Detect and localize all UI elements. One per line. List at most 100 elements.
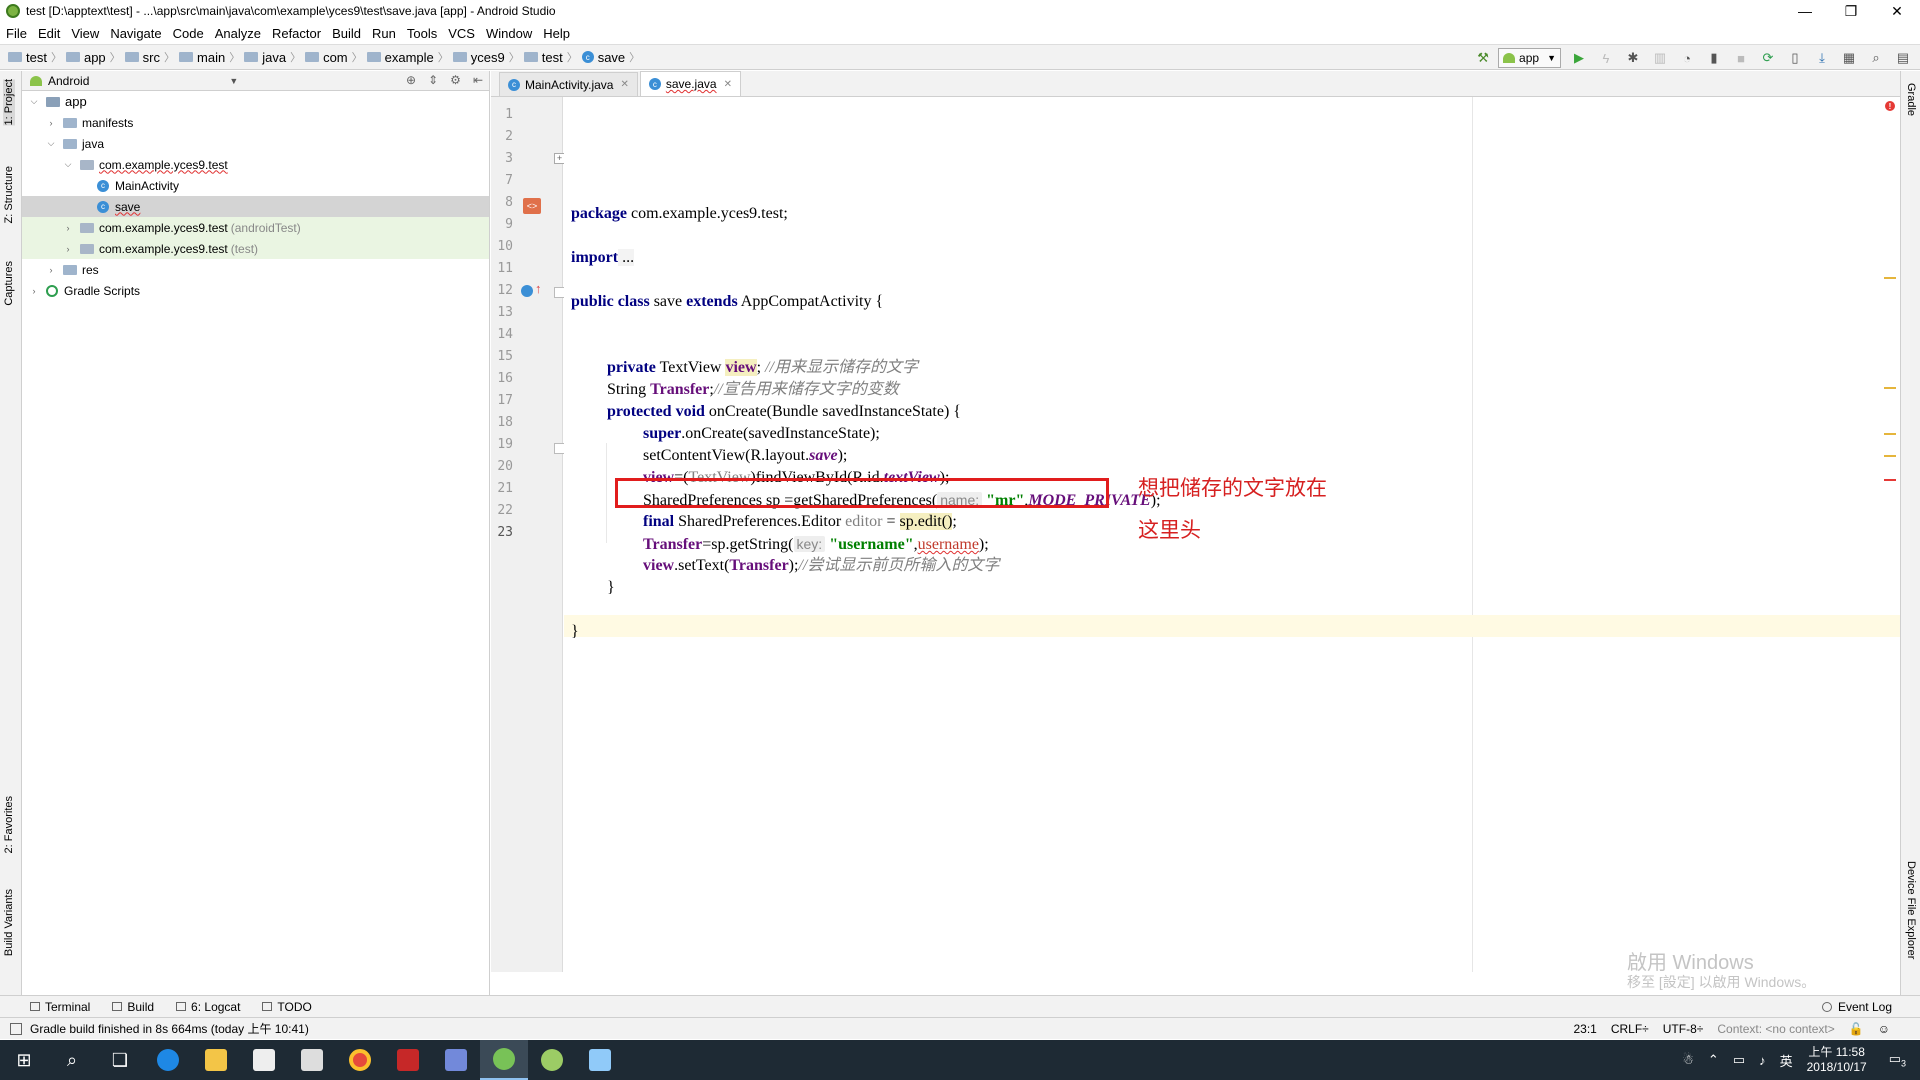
chevron-down-icon[interactable]: ⌵	[45, 138, 57, 149]
chevron-down-icon[interactable]: ⌵	[28, 96, 40, 107]
tree-item-com-example-yces9-test[interactable]: ⌵ com.example.yces9.test	[22, 154, 489, 175]
coverage-icon[interactable]: ▥	[1651, 49, 1669, 67]
warning-marker[interactable]	[1884, 433, 1896, 435]
logcat-tool-tab[interactable]: 6: Logcat	[176, 1000, 240, 1014]
tree-item-gradle-scripts[interactable]: › Gradle Scripts	[22, 280, 489, 301]
chevron-right-icon[interactable]: ›	[62, 244, 74, 254]
toggle-tool-windows-icon[interactable]	[10, 1022, 22, 1035]
android-monitor-icon[interactable]: ▤	[1894, 49, 1912, 67]
file-encoding[interactable]: UTF-8÷	[1663, 1022, 1704, 1036]
menu-window[interactable]: Window	[486, 26, 532, 41]
collapse-all-icon[interactable]: ⇕	[428, 73, 438, 87]
game-app-icon[interactable]	[384, 1040, 432, 1080]
menu-tools[interactable]: Tools	[407, 26, 437, 41]
warning-marker[interactable]	[1884, 455, 1896, 457]
tab-save-java[interactable]: c save.java ✕	[639, 71, 741, 96]
android-emulator-icon[interactable]	[528, 1040, 576, 1080]
favorites-tool-tab[interactable]: 2: Favorites	[3, 796, 15, 853]
tree-item-com-example-yces9-test[interactable]: › com.example.yces9.test (test)	[22, 238, 489, 259]
make-project-hammer-icon[interactable]: ⚒	[1474, 49, 1492, 67]
scroll-from-source-icon[interactable]: ⊕	[406, 73, 416, 87]
error-stripe[interactable]: !	[1880, 97, 1900, 972]
tree-item-com-example-yces9-test[interactable]: › com.example.yces9.test (androidTest)	[22, 217, 489, 238]
chevron-down-icon[interactable]: ▼	[229, 76, 238, 86]
taskbar-clock[interactable]: 上午 11:58 2018/10/17	[1807, 1045, 1867, 1075]
gradle-tool-tab[interactable]: Gradle	[1905, 83, 1917, 116]
project-structure-icon[interactable]: ▦	[1840, 49, 1858, 67]
windows-start-icon[interactable]: ⊞	[0, 1040, 48, 1080]
status-message[interactable]: Gradle build finished in 8s 664ms (today…	[30, 1020, 309, 1037]
menu-vcs[interactable]: VCS	[448, 26, 475, 41]
stop-icon[interactable]: ■	[1732, 49, 1750, 67]
event-log-tool-tab[interactable]: Event Log	[1821, 1000, 1892, 1014]
mail-icon[interactable]	[288, 1040, 336, 1080]
android-studio-taskbar-icon[interactable]	[480, 1040, 528, 1080]
breadcrumb-yces9[interactable]: yces9 〉	[452, 49, 520, 65]
task-view-icon[interactable]: ❏	[96, 1040, 144, 1080]
build-variants-tool-tab[interactable]: Build Variants	[3, 889, 15, 956]
menu-help[interactable]: Help	[543, 26, 570, 41]
breadcrumb-example[interactable]: example 〉	[366, 49, 449, 65]
sdk-manager-icon[interactable]: ⤓	[1813, 49, 1831, 67]
override-method-icon[interactable]	[521, 285, 533, 297]
tab-mainactivity-java[interactable]: c MainActivity.java ✕	[499, 72, 638, 96]
close-icon[interactable]: ✕	[724, 79, 732, 90]
run-configuration-dropdown[interactable]: app ▼	[1498, 48, 1561, 68]
warning-marker[interactable]	[1884, 277, 1896, 279]
tree-item-java[interactable]: ⌵ java	[22, 133, 489, 154]
breadcrumb-test-project[interactable]: test 〉	[8, 49, 62, 65]
device-file-explorer-tool-tab[interactable]: Device File Explorer	[1905, 861, 1917, 959]
sync-gradle-icon[interactable]: ⟳	[1759, 49, 1777, 67]
lock-icon[interactable]: 🔓	[1849, 1022, 1864, 1036]
discord-icon[interactable]	[432, 1040, 480, 1080]
breadcrumb-com[interactable]: com 〉	[305, 49, 363, 65]
breadcrumb-save[interactable]: c save 〉	[581, 49, 640, 65]
breadcrumb-java[interactable]: java 〉	[244, 49, 301, 65]
menu-file[interactable]: File	[6, 26, 27, 41]
todo-tool-tab[interactable]: TODO	[262, 1000, 312, 1014]
chevron-down-icon[interactable]: ⌵	[62, 159, 74, 170]
avd-manager-icon[interactable]: ▯	[1786, 49, 1804, 67]
terminal-tool-tab[interactable]: Terminal	[30, 1000, 90, 1014]
people-icon[interactable]: ☃	[1682, 1052, 1694, 1068]
editor-gutter[interactable]: 1 2 3 7 8 9 10 11 12 13 14 15 16 17 18 1…	[491, 97, 565, 972]
close-icon[interactable]: ✕	[620, 79, 628, 90]
show-hidden-icons-icon[interactable]: ⌃	[1708, 1052, 1719, 1068]
menu-refactor[interactable]: Refactor	[272, 26, 321, 41]
notepad-icon[interactable]	[576, 1040, 624, 1080]
attach-debugger-icon[interactable]: ▮	[1705, 49, 1723, 67]
search-icon[interactable]: ⌕	[1867, 49, 1885, 67]
notification-center-icon[interactable]: ▭3	[1889, 1051, 1906, 1069]
edge-browser-icon[interactable]	[144, 1040, 192, 1080]
tree-item-app[interactable]: ⌵ app	[22, 91, 489, 112]
breadcrumb-test-package[interactable]: test 〉	[523, 49, 578, 65]
ime-indicator[interactable]: 英	[1780, 1051, 1793, 1070]
tree-item-mainactivity[interactable]: c MainActivity	[22, 175, 489, 196]
minimize-button[interactable]: —	[1782, 0, 1828, 22]
hector-icon[interactable]: ☺	[1878, 1022, 1890, 1036]
chevron-right-icon[interactable]: ›	[45, 118, 57, 128]
code-editor[interactable]: package com.example.yces9.test; import .…	[564, 97, 1900, 972]
profile-icon[interactable]: ◔	[1678, 49, 1696, 67]
line-separator[interactable]: CRLF÷	[1611, 1022, 1649, 1036]
gear-icon[interactable]: ⚙	[450, 73, 461, 87]
menu-edit[interactable]: Edit	[38, 26, 60, 41]
menu-navigate[interactable]: Navigate	[110, 26, 161, 41]
close-button[interactable]: ✕	[1874, 0, 1920, 22]
breadcrumb-app[interactable]: app 〉	[65, 49, 121, 65]
hide-panel-icon[interactable]: ⇤	[473, 73, 483, 87]
menu-run[interactable]: Run	[372, 26, 396, 41]
structure-tool-tab[interactable]: Z: Structure	[3, 166, 15, 223]
chevron-right-icon[interactable]: ›	[45, 265, 57, 275]
build-tool-tab[interactable]: Build	[112, 1000, 154, 1014]
chevron-right-icon[interactable]: ›	[62, 223, 74, 233]
debug-icon[interactable]: ✱	[1624, 49, 1642, 67]
maximize-button[interactable]: ❐	[1828, 0, 1874, 22]
chrome-icon[interactable]	[336, 1040, 384, 1080]
project-tool-tab[interactable]: 1: Project	[3, 79, 15, 126]
tree-item-manifests[interactable]: › manifests	[22, 112, 489, 133]
volume-icon[interactable]: ♪	[1759, 1053, 1766, 1068]
network-icon[interactable]: ▭	[1733, 1052, 1745, 1068]
project-view-selector[interactable]: Android	[48, 74, 89, 88]
warning-marker[interactable]	[1884, 387, 1896, 389]
